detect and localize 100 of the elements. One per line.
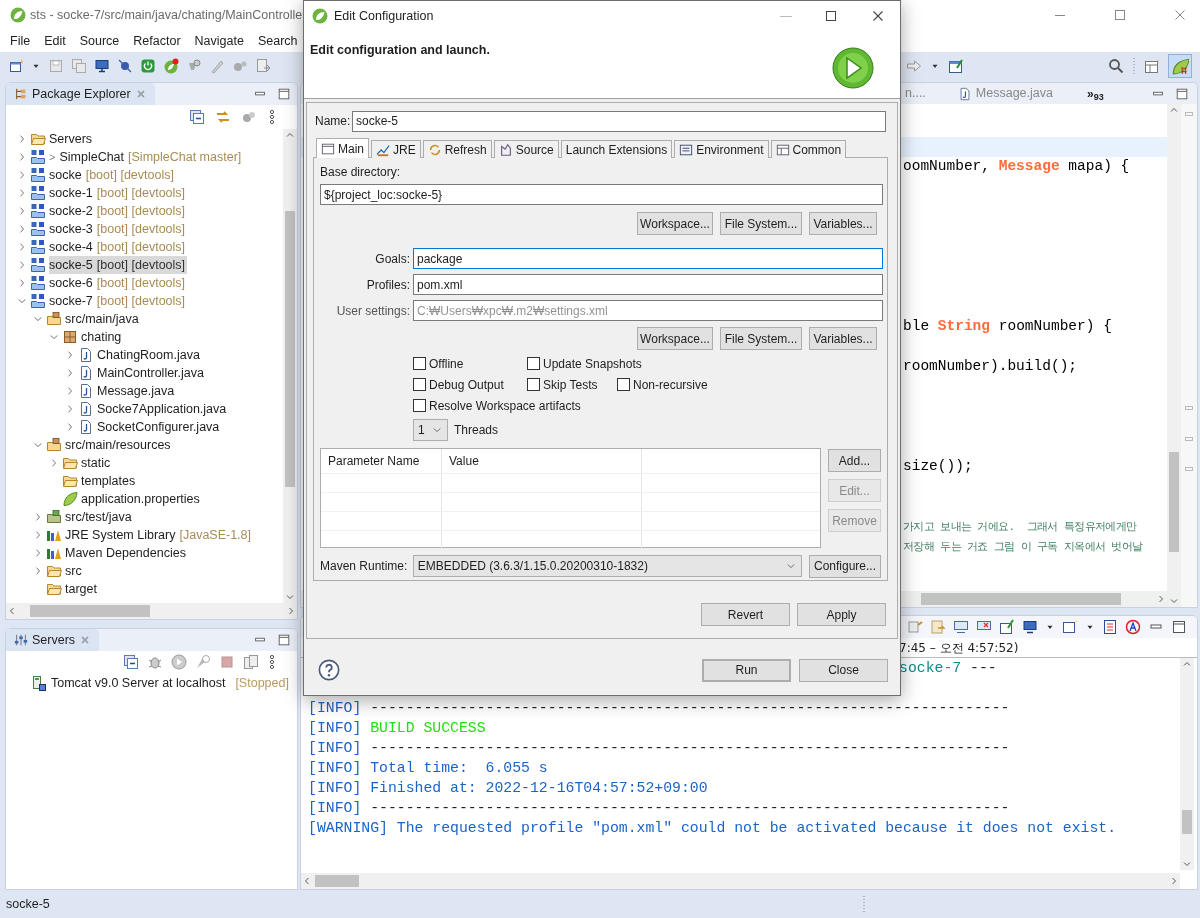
button[interactable]: File System... [720, 327, 802, 350]
collapse-all-icon[interactable] [123, 654, 139, 670]
scroll-thumb[interactable] [921, 593, 1121, 605]
tree-item[interactable]: SimpleChat [59, 147, 129, 167]
scroll-thumb[interactable] [1182, 810, 1192, 834]
spring-perspective-button[interactable] [1168, 54, 1192, 78]
checkbox[interactable] [527, 357, 540, 370]
tree-item[interactable]: src [65, 561, 86, 581]
stop-icon[interactable] [219, 654, 235, 670]
input-field[interactable]: ${project_loc:socke-5} [320, 184, 883, 205]
maximize-icon[interactable] [277, 633, 291, 647]
checkbox[interactable] [413, 399, 426, 412]
checkbox[interactable] [413, 378, 426, 391]
new-window-icon[interactable] [948, 58, 964, 74]
forward-arrow-icon[interactable] [906, 58, 922, 74]
menu-item[interactable]: Search [257, 31, 298, 51]
power-icon[interactable] [140, 58, 156, 74]
vertical-scrollbar[interactable] [1167, 104, 1181, 607]
button[interactable]: Revert [701, 603, 790, 626]
button[interactable]: Configure... [809, 554, 881, 578]
tree-item[interactable]: SocketConfigurer.java [97, 417, 224, 437]
new-console-icon[interactable] [1062, 619, 1078, 635]
publish-icon[interactable] [243, 654, 259, 670]
dialog-tab[interactable]: Common [770, 140, 847, 158]
dialog-tab[interactable]: Environment [674, 140, 769, 158]
show-output-icon[interactable] [953, 619, 969, 635]
tree-item[interactable]: src/main/java [65, 309, 143, 329]
tree-item[interactable]: chating [81, 327, 126, 347]
button[interactable]: Workspace... [637, 212, 713, 235]
menu-item[interactable]: Navigate [194, 31, 244, 51]
save-icon[interactable] [48, 58, 64, 74]
leaf-badge-icon[interactable] [163, 58, 179, 74]
scroll-thumb[interactable] [30, 605, 150, 617]
tree-item[interactable]: static [81, 453, 115, 473]
view-menu-icon[interactable] [267, 654, 277, 670]
tree-item[interactable]: templates [81, 471, 140, 491]
vertical-scrollbar[interactable] [1180, 658, 1194, 870]
dialog-tab[interactable]: Source [493, 140, 559, 158]
menu-item[interactable]: Edit [44, 31, 66, 51]
checkbox[interactable] [617, 378, 630, 391]
search-icon[interactable] [1108, 58, 1124, 74]
button[interactable]: File System... [720, 212, 802, 235]
scroll-thumb[interactable] [315, 875, 359, 887]
horizontal-scrollbar[interactable] [301, 873, 1180, 889]
new-file-icon[interactable] [8, 58, 24, 74]
tree-item[interactable]: src/test/java [65, 507, 136, 527]
tab-overflow-indicator[interactable]: »$_{93}$ [1086, 84, 1104, 103]
scroll-thumb[interactable] [285, 211, 295, 487]
tree-item[interactable]: ChatingRoom.java [97, 345, 204, 365]
display-console-icon[interactable] [1022, 619, 1038, 635]
column-header[interactable]: Value [442, 449, 642, 473]
vertical-scrollbar[interactable] [283, 129, 297, 603]
maximize-icon[interactable] [1171, 619, 1187, 635]
input-field[interactable]: C:₩Users₩xpc₩.m2₩settings.xml [413, 300, 883, 321]
dialog-tab[interactable]: Launch Extensions [560, 140, 673, 158]
dialog-tab[interactable]: JRE [371, 140, 421, 158]
input-field[interactable]: socke-5 [352, 110, 886, 132]
tree-item[interactable]: socke-5 [49, 255, 97, 275]
menu-item[interactable]: Refactor [133, 31, 181, 51]
menu-item[interactable]: File [10, 31, 31, 51]
input-field[interactable]: package [413, 248, 883, 269]
list-icon[interactable] [1102, 619, 1118, 635]
maximize-icon[interactable] [1175, 86, 1189, 101]
collapse-all-icon[interactable] [189, 109, 205, 125]
debug-icon[interactable] [147, 654, 163, 670]
column-header[interactable]: Parameter Name [321, 449, 442, 473]
tree-item[interactable]: application.properties [81, 489, 204, 509]
tree-item[interactable]: socke-6 [49, 273, 97, 293]
server-item[interactable]: Tomcat v9.0 Server at localhost [51, 673, 226, 693]
tree-item[interactable]: socke [49, 165, 86, 185]
tree-item[interactable]: socke-7 [49, 291, 97, 311]
tree-item[interactable]: Socke7Application.java [97, 399, 231, 419]
word-wrap-icon[interactable] [930, 619, 946, 635]
runtime-dropdown[interactable]: EMBEDDED (3.6.3/1.15.0.20200310-1832) [412, 555, 802, 577]
tree-item[interactable]: MainController.java [97, 363, 208, 383]
perspective-icon[interactable] [1144, 58, 1160, 74]
save-all-icon[interactable] [71, 58, 87, 74]
tree-item[interactable]: src/main/resources [65, 435, 175, 455]
filter-icon[interactable] [241, 109, 257, 125]
button[interactable]: Close [799, 658, 888, 682]
button[interactable]: Add... [828, 449, 881, 472]
dialog-tab[interactable]: Refresh [422, 140, 492, 158]
tree-item[interactable]: Servers [49, 129, 97, 149]
tree-item[interactable]: socke-2 [49, 201, 97, 221]
menu-item[interactable]: Source [79, 31, 120, 51]
horizontal-scrollbar[interactable] [6, 603, 297, 619]
button[interactable]: Variables... [809, 212, 877, 235]
checkbox[interactable] [413, 357, 426, 370]
input-field[interactable]: pom.xml [413, 274, 883, 295]
button[interactable]: Run [702, 658, 791, 682]
brush-icon[interactable] [209, 58, 225, 74]
view-tab[interactable]: Package Explorer [6, 83, 155, 105]
link-editor-icon[interactable] [215, 109, 231, 125]
view-menu-icon[interactable] [267, 109, 277, 125]
scroll-thumb[interactable] [1169, 452, 1179, 552]
skip-breakpoints-icon[interactable] [117, 58, 133, 74]
view-tab[interactable]: Servers [6, 629, 100, 651]
button[interactable]: Workspace... [637, 327, 713, 350]
annotation-icon[interactable] [1125, 619, 1141, 635]
maximize-icon[interactable] [277, 87, 291, 101]
